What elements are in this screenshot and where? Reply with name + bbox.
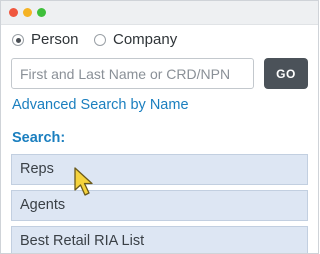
person-radio[interactable] bbox=[12, 34, 24, 46]
minimize-window-button[interactable] bbox=[23, 8, 32, 17]
window-titlebar bbox=[1, 1, 318, 25]
list-item-agents[interactable]: Agents bbox=[11, 190, 308, 221]
name-search-input[interactable] bbox=[11, 58, 254, 89]
company-radio[interactable] bbox=[94, 34, 106, 46]
advanced-search-link[interactable]: Advanced Search by Name bbox=[12, 96, 189, 114]
list-item-best-retail-ria-list[interactable]: Best Retail RIA List bbox=[11, 226, 308, 253]
company-radio-label[interactable]: Company bbox=[113, 31, 177, 49]
list-item-reps[interactable]: Reps bbox=[11, 154, 308, 185]
go-button[interactable]: GO bbox=[264, 58, 308, 89]
search-section-title: Search: bbox=[12, 130, 66, 146]
close-window-button[interactable] bbox=[9, 8, 18, 17]
person-radio-label[interactable]: Person bbox=[31, 31, 79, 49]
maximize-window-button[interactable] bbox=[37, 8, 46, 17]
pointer-cursor-icon bbox=[74, 167, 93, 196]
app-window: Person Company GO Advanced Search by Nam… bbox=[0, 0, 319, 254]
